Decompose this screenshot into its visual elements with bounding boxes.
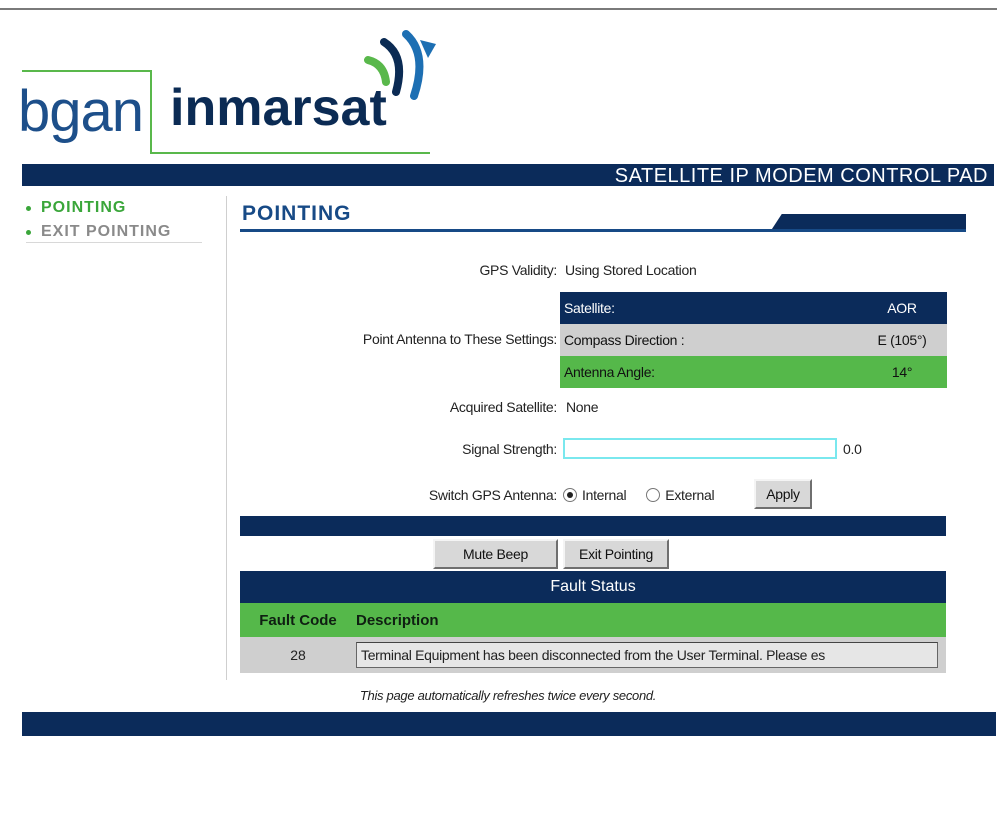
table-row: 28 Terminal Equipment has been disconnec… bbox=[240, 637, 946, 673]
radio-external-label: External bbox=[665, 487, 715, 503]
apply-button[interactable]: Apply bbox=[754, 479, 812, 509]
settings-row-compass: Compass Direction : E (105°) bbox=[560, 324, 947, 356]
nav-item-exit-pointing[interactable]: EXIT POINTING bbox=[26, 220, 206, 244]
setting-key: Antenna Angle: bbox=[564, 364, 655, 380]
logo-frame-line bbox=[22, 70, 152, 72]
footer-bar bbox=[22, 712, 996, 736]
radio-internal-label: Internal bbox=[582, 487, 627, 503]
fault-description-field[interactable]: Terminal Equipment has been disconnected… bbox=[356, 642, 938, 668]
bullet-icon bbox=[26, 229, 31, 235]
gps-validity-label: GPS Validity: bbox=[479, 262, 557, 278]
nav-item-pointing[interactable]: POINTING bbox=[26, 196, 206, 220]
nav-item-label: EXIT POINTING bbox=[41, 223, 172, 240]
settings-row-satellite: Satellite: AOR bbox=[560, 292, 947, 324]
signal-strength-label: Signal Strength: bbox=[462, 441, 557, 457]
setting-value: 14° bbox=[891, 364, 913, 380]
fault-status-heading: Fault Status bbox=[240, 571, 946, 603]
content-divider bbox=[226, 196, 227, 680]
section-divider-bar bbox=[240, 516, 946, 536]
nav-item-label: POINTING bbox=[41, 199, 127, 216]
signal-strength-value: 0.0 bbox=[843, 441, 862, 457]
gps-validity-value: Using Stored Location bbox=[565, 262, 697, 278]
logo-frame-line bbox=[150, 70, 152, 154]
top-rule bbox=[0, 8, 997, 10]
mute-beep-button[interactable]: Mute Beep bbox=[433, 539, 558, 569]
setting-value: AOR bbox=[887, 300, 917, 316]
refresh-note: This page automatically refreshes twice … bbox=[359, 688, 657, 703]
page-title: POINTING bbox=[242, 202, 352, 225]
radio-external[interactable] bbox=[646, 488, 661, 502]
logo-bgan-text: bgan bbox=[18, 79, 144, 144]
signal-strength-bar bbox=[563, 438, 837, 459]
title-underline bbox=[240, 229, 966, 232]
setting-key: Satellite: bbox=[564, 300, 615, 316]
point-antenna-label: Point Antenna to These Settings: bbox=[362, 331, 557, 347]
logo-frame-line bbox=[150, 152, 430, 154]
bullet-icon bbox=[26, 205, 31, 211]
nav-divider bbox=[26, 242, 202, 243]
settings-row-antenna-angle: Antenna Angle: 14° bbox=[560, 356, 947, 388]
header-banner: SATELLITE IP MODEM CONTROL PAD bbox=[22, 164, 994, 187]
gps-antenna-radio-group: Internal External bbox=[563, 487, 715, 503]
setting-key: Compass Direction : bbox=[564, 332, 685, 348]
acquired-satellite-value: None bbox=[566, 399, 599, 415]
col-fault-code: Fault Code bbox=[259, 611, 337, 629]
acquired-satellite-label: Acquired Satellite: bbox=[449, 399, 557, 415]
pointing-settings-table: Satellite: AOR Compass Direction : E (10… bbox=[560, 292, 947, 388]
switch-gps-antenna-label: Switch GPS Antenna: bbox=[428, 487, 557, 503]
inmarsat-signal-logo-icon bbox=[364, 30, 436, 100]
fault-table-header: Fault Code Description bbox=[240, 603, 946, 637]
setting-value: E (105°) bbox=[877, 332, 927, 348]
radio-internal[interactable] bbox=[563, 488, 577, 502]
sidebar-nav: POINTING EXIT POINTING bbox=[26, 196, 206, 244]
exit-pointing-button[interactable]: Exit Pointing bbox=[563, 539, 669, 569]
logo-inmarsat-text: inmarsat bbox=[170, 79, 387, 137]
col-description: Description bbox=[356, 611, 439, 629]
banner-title: SATELLITE IP MODEM CONTROL PAD bbox=[614, 165, 988, 187]
fault-code-cell: 28 bbox=[290, 647, 306, 663]
